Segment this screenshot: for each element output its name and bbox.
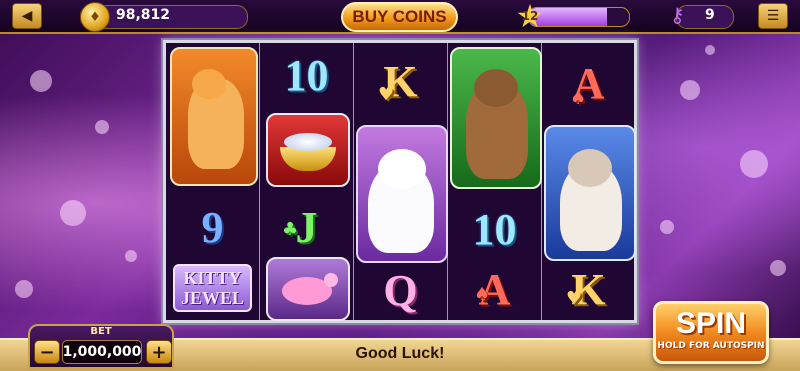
menu-button[interactable]: ☰	[758, 3, 788, 29]
decrease-bet-button[interactable]: −	[34, 340, 60, 364]
sparkle	[660, 220, 674, 234]
plus-icon: +	[151, 341, 167, 363]
sparkle	[705, 45, 715, 55]
increase-bet-button[interactable]: +	[146, 340, 172, 364]
pink-mouse-toy-symbol	[266, 257, 350, 321]
orange-cat-symbol	[170, 47, 258, 186]
bet-label: BET	[90, 326, 112, 337]
key-icon: ⚷	[670, 3, 685, 27]
reel-4: 10 A ♠	[448, 43, 542, 320]
diamond-food-bowl-symbol	[266, 113, 350, 187]
maine-coon-cat-symbol	[450, 47, 542, 189]
symbol-queen: Q	[383, 265, 418, 315]
bet-value: 1,000,000	[62, 340, 142, 364]
symbol-ten: 10	[284, 50, 329, 100]
sparkle	[740, 150, 768, 178]
white-persian-cat-symbol	[356, 125, 448, 263]
reel-5: A ♠ K ♥	[542, 43, 636, 320]
sparkle	[125, 250, 137, 262]
ragdoll-cat-symbol	[544, 125, 636, 261]
back-button[interactable]: ◀	[12, 3, 42, 29]
symbol-ace: A ♠	[570, 58, 605, 110]
slot-reels[interactable]: 9 KITTY JEWEL 10 J ♣ K ♥ Q 10 A ♠ A ♠ K …	[163, 40, 637, 323]
coin-balance-value: 98,812	[116, 7, 171, 23]
spin-button[interactable]: SPIN HOLD FOR AUTOSPIN	[653, 301, 769, 364]
autospin-hint: HOLD FOR AUTOSPIN	[657, 341, 765, 351]
sparkle	[60, 200, 86, 226]
coin-icon: ♦	[80, 2, 110, 32]
reel-3: K ♥ Q	[354, 43, 448, 320]
buy-coins-button[interactable]: BUY COINS	[341, 2, 458, 32]
level-number: 12	[521, 9, 539, 23]
sparkle	[680, 80, 700, 100]
sparkle	[95, 120, 109, 134]
reel-2: 10 J ♣	[260, 43, 354, 321]
back-arrow-icon: ◀	[21, 8, 33, 24]
top-bar: ◀ ♦ 98,812 BUY COINS ★ 12 ⚷ 9 ☰	[0, 0, 800, 34]
reel-1: 9 KITTY JEWEL	[166, 43, 260, 320]
symbol-ace: A ♠	[474, 264, 511, 314]
minus-icon: −	[39, 341, 55, 363]
symbol-king: K ♥	[378, 56, 418, 106]
sparkle	[770, 260, 786, 276]
hamburger-menu-icon: ☰	[766, 8, 780, 24]
sparkle	[15, 280, 33, 298]
spin-label: SPIN	[675, 307, 747, 340]
sparkle	[30, 70, 52, 92]
symbol-king: K ♥	[566, 264, 606, 314]
kitty-jewel-logo-symbol: KITTY JEWEL	[166, 255, 259, 321]
key-count: 9	[705, 7, 715, 23]
